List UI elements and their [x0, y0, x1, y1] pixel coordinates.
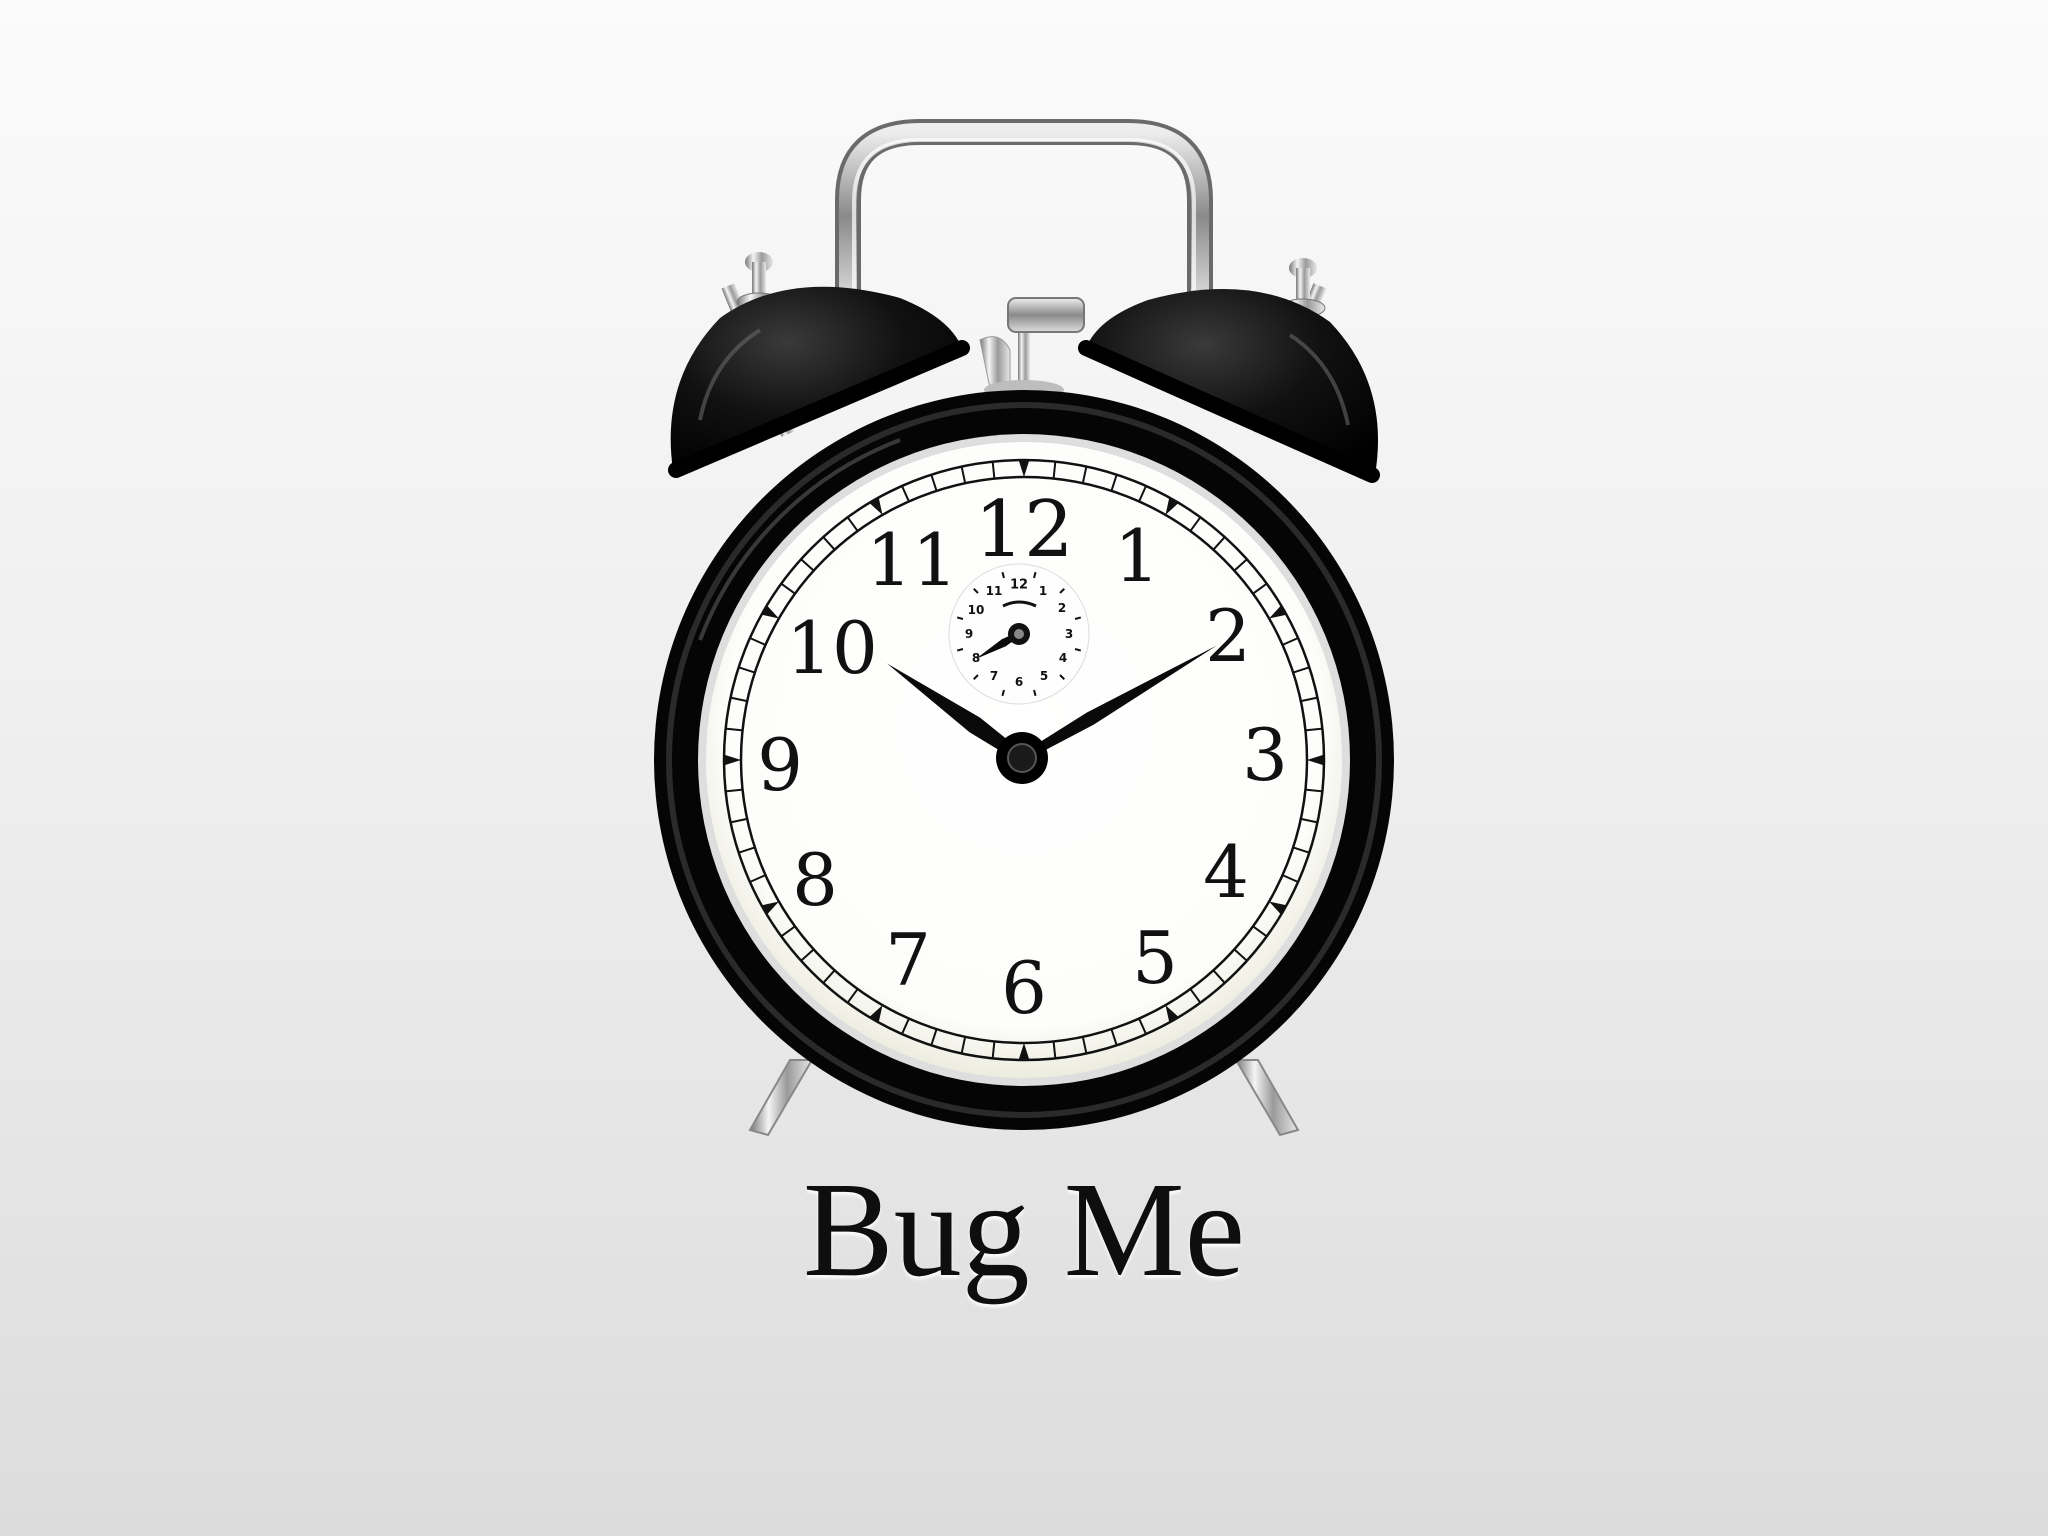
- alarm-numeral: 8: [972, 651, 980, 665]
- hour-numeral: 4: [1203, 830, 1249, 914]
- hour-numeral: 2: [1205, 594, 1251, 678]
- hour-numeral: 7: [885, 918, 931, 1002]
- alarm-subdial: 12 1 2 3 4 5 6 7 8 9 10 11: [948, 563, 1090, 705]
- alarm-numeral: 6: [1015, 675, 1023, 689]
- app-title: Bug Me: [803, 1155, 1245, 1305]
- handle: [835, 119, 1213, 313]
- alarm-numeral: 2: [1058, 601, 1066, 615]
- hour-numeral: 12: [974, 485, 1073, 575]
- alarm-clock-icon: 12 1 2 3 4 5 6 7 8 9 10 11 12 1 2 3 4 5 …: [654, 119, 1394, 1137]
- alarm-numeral: 5: [1040, 669, 1048, 683]
- hour-numeral: 1: [1114, 514, 1160, 598]
- alarm-numeral: 10: [968, 603, 985, 617]
- hour-numeral: 9: [757, 723, 803, 807]
- alarm-numeral: 12: [1010, 578, 1028, 593]
- alarm-numeral: 9: [965, 627, 973, 641]
- alarm-button: [979, 297, 1085, 400]
- hour-numeral: 11: [866, 518, 958, 602]
- hour-numeral: 3: [1242, 713, 1288, 797]
- hour-numeral: 10: [786, 606, 878, 690]
- hour-numeral: 5: [1132, 916, 1178, 1000]
- alarm-numeral: 4: [1059, 651, 1067, 665]
- alarm-numeral: 7: [990, 669, 998, 683]
- hour-numeral: 6: [1001, 946, 1047, 1030]
- alarm-numeral: 11: [986, 584, 1003, 598]
- alarm-numeral: 3: [1065, 627, 1073, 641]
- alarm-numeral: 1: [1039, 584, 1047, 598]
- hour-numeral: 8: [792, 838, 838, 922]
